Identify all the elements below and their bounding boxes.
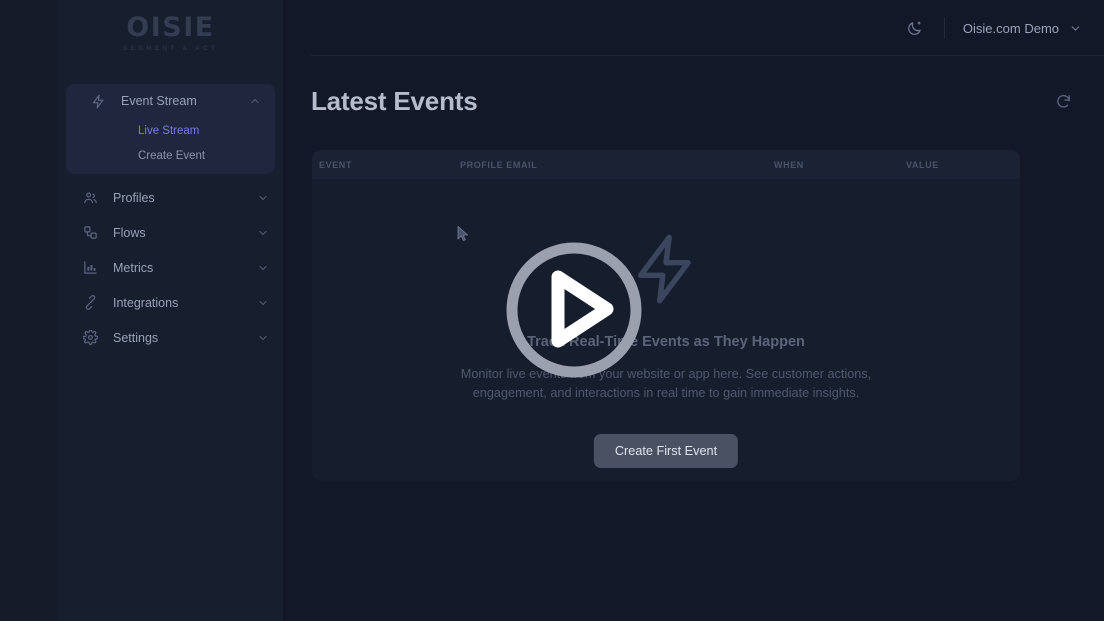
chevron-down-icon[interactable]: [257, 227, 269, 239]
sidebar-item-settings[interactable]: Settings: [58, 320, 283, 355]
logo-tagline: SEGMENT & ACT: [122, 45, 219, 52]
sidebar-subitem-create-event[interactable]: Create Event: [66, 143, 275, 168]
sidebar-item-event-stream[interactable]: Event Stream: [66, 84, 275, 118]
account-switcher[interactable]: Oisie.com Demo: [963, 21, 1082, 36]
sidebar-item-label: Event Stream: [121, 94, 197, 108]
latest-events-card: EVENT PROFILE EMAIL WHEN VALUE Track Rea…: [312, 150, 1020, 481]
sidebar-item-integrations[interactable]: Integrations: [58, 285, 283, 320]
app-root: OISIE SEGMENT & ACT Event Stream Live St…: [0, 0, 1104, 621]
bolt-icon: [90, 93, 107, 110]
chevron-down-icon[interactable]: [257, 297, 269, 309]
column-header-value: VALUE: [906, 159, 939, 170]
chevron-down-icon[interactable]: [257, 332, 269, 344]
logo-text: OISIE: [126, 12, 215, 43]
empty-state-title: Track Real-Time Events as They Happen: [527, 334, 805, 350]
moon-icon[interactable]: [902, 15, 928, 41]
sidebar-group-event-stream: Event Stream Live Stream Create Event: [66, 84, 275, 174]
events-table-header: EVENT PROFILE EMAIL WHEN VALUE: [312, 150, 1020, 179]
users-icon: [82, 189, 99, 206]
topbar-divider: [943, 17, 945, 39]
sidebar-item-metrics[interactable]: Metrics: [58, 250, 283, 285]
chart-icon: [82, 259, 99, 276]
sidebar-group-main: Profiles Flows Metrics Integrations Sett…: [58, 180, 283, 355]
account-name: Oisie.com Demo: [962, 20, 1059, 36]
play-button-icon[interactable]: [495, 231, 653, 389]
page-header: Latest Events: [311, 86, 1076, 117]
sidebar-item-label: Profiles: [113, 190, 155, 205]
sidebar-item-flows[interactable]: Flows: [58, 215, 283, 250]
topbar: Oisie.com Demo: [283, 0, 1104, 56]
column-header-event: EVENT: [319, 159, 353, 170]
sidebar-subitem-live-stream[interactable]: Live Stream: [66, 118, 275, 143]
sidebar-item-profiles[interactable]: Profiles: [58, 180, 283, 215]
empty-state: Track Real-Time Events as They Happen Mo…: [312, 179, 1020, 481]
chevron-up-icon[interactable]: [249, 95, 261, 107]
sidebar-item-label: Metrics: [113, 260, 154, 275]
column-header-profile-email: PROFILE EMAIL: [460, 159, 538, 170]
flows-icon: [82, 224, 99, 241]
plug-icon: [82, 294, 99, 311]
page-title: Latest Events: [311, 86, 478, 116]
sidebar-item-label: Integrations: [113, 295, 179, 310]
column-header-when: WHEN: [774, 159, 804, 170]
create-first-event-button[interactable]: Create First Event: [593, 434, 739, 468]
sidebar-item-label: Flows: [113, 225, 146, 240]
chevron-down-icon[interactable]: [257, 262, 269, 274]
sidebar-item-label: Settings: [113, 330, 159, 345]
gear-icon: [82, 329, 99, 346]
mouse-cursor-icon: [456, 225, 470, 243]
chevron-down-icon: [1069, 22, 1082, 35]
refresh-icon[interactable]: [1050, 89, 1076, 115]
brand-logo[interactable]: OISIE SEGMENT & ACT: [58, 14, 283, 52]
sidebar-nav: Event Stream Live Stream Create Event Pr…: [58, 84, 283, 355]
left-rail: [0, 0, 58, 621]
chevron-down-icon[interactable]: [257, 192, 269, 204]
sidebar: OISIE SEGMENT & ACT Event Stream Live St…: [58, 0, 310, 621]
